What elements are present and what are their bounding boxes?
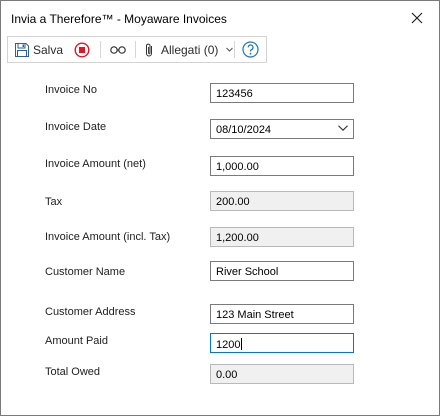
total-owed-field: 0.00 [210, 364, 354, 384]
invoice-date-label: Invoice Date [45, 121, 107, 133]
dialog-window: Invia a Therefore™ - Moyaware Invoices S… [0, 0, 440, 416]
total-owed-label: Total Owed [45, 366, 101, 378]
customer-address-label: Customer Address [45, 306, 136, 318]
close-icon [411, 12, 423, 24]
invoice-amount-incl-label: Invoice Amount (incl. Tax) [45, 231, 171, 243]
stop-record-icon [74, 41, 90, 58]
paperclip-icon [146, 43, 152, 56]
invoice-no-input[interactable]: 123456 [210, 83, 354, 103]
toolbar: Salva Allegati (0) [7, 36, 267, 63]
chevron-down-icon [226, 47, 234, 52]
text-caret [241, 338, 243, 350]
invoice-amount-incl-field: 1,200.00 [210, 227, 354, 247]
customer-name-label: Customer Name [45, 266, 126, 278]
form-panel: Invoice No 123456 Invoice Date 08/10/202… [7, 63, 431, 409]
amount-paid-input[interactable]: 1200 [210, 333, 354, 353]
link-button[interactable] [109, 37, 127, 62]
close-button[interactable] [395, 1, 439, 35]
customer-address-input[interactable]: 123 Main Street [210, 304, 354, 324]
question-mark-icon [242, 41, 259, 58]
window-title: Invia a Therefore™ - Moyaware Invoices [11, 12, 227, 26]
attachments-button[interactable]: Allegati (0) [143, 37, 234, 62]
save-button[interactable]: Salva [14, 37, 63, 62]
invoice-date-picker[interactable]: 08/10/2024 [210, 119, 354, 139]
save-label: Salva [33, 42, 64, 57]
title-bar: Invia a Therefore™ - Moyaware Invoices [1, 1, 439, 35]
invoice-amount-net-input[interactable]: 1,000.00 [210, 156, 354, 176]
floppy-disk-icon [15, 42, 29, 57]
tax-label: Tax [45, 196, 63, 208]
invoice-no-label: Invoice No [45, 84, 97, 96]
help-button[interactable] [242, 37, 259, 62]
toolbar-separator [234, 41, 235, 58]
stop-button[interactable] [74, 37, 90, 62]
tax-field: 200.00 [210, 191, 354, 211]
chain-link-icon [110, 45, 126, 54]
invoice-amount-net-label: Invoice Amount (net) [45, 158, 146, 170]
invoice-date-value: 08/10/2024 [216, 124, 272, 136]
toolbar-separator [100, 41, 101, 58]
customer-name-input[interactable]: River School [210, 261, 354, 281]
amount-paid-value: 1200 [216, 339, 241, 351]
toolbar-separator [135, 41, 136, 58]
attachments-label: Allegati (0) [161, 42, 219, 57]
chevron-down-icon[interactable] [338, 125, 348, 131]
amount-paid-label: Amount Paid [45, 335, 108, 347]
